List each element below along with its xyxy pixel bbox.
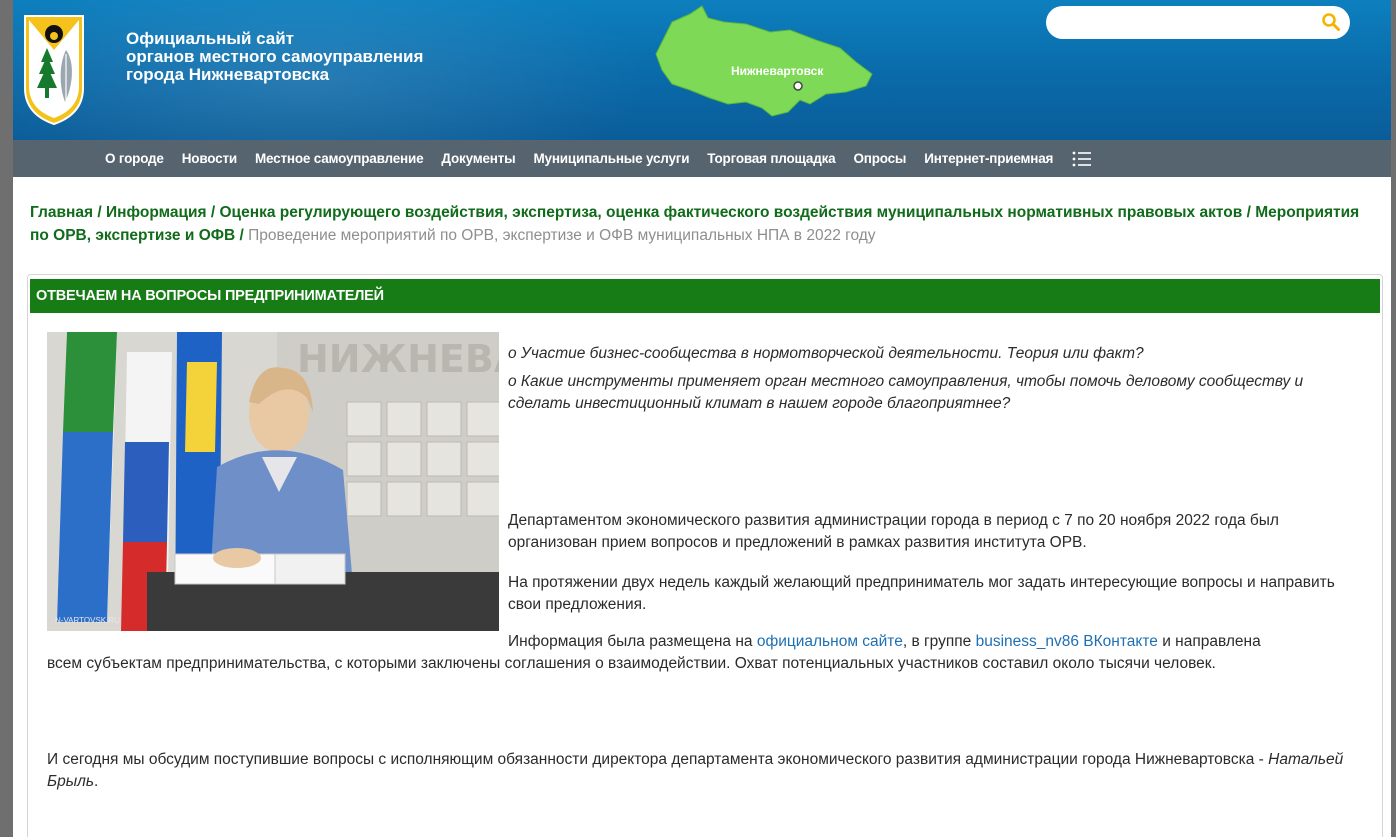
svg-text:НИЖНЕВА: НИЖНЕВА [297,337,499,381]
search-button[interactable] [1317,8,1345,36]
nav-item-news[interactable]: Новости [182,151,237,166]
paragraph-discussion: И сегодня мы обсудим поступившие вопросы… [47,749,1367,793]
nav-item-municipal-services[interactable]: Муниципальные услуги [534,151,690,166]
search-icon [1322,13,1340,31]
photo-credit: N-VARTOVSK.RU [55,616,120,625]
breadcrumb-information[interactable]: Информация [106,204,207,221]
nav-item-documents[interactable]: Документы [441,151,515,166]
official-site-link[interactable]: официальном сайте [757,633,903,650]
breadcrumb-home[interactable]: Главная [30,204,93,221]
site-title-line: Официальный сайт [126,29,295,48]
text-fragment: И сегодня мы обсудим поступившие вопросы… [47,751,1269,768]
article-heading: ОТВЕЧАЕМ НА ВОПРОСЫ ПРЕДПРИНИМАТЕЛЕЙ [30,279,1380,313]
city-crest-logo[interactable] [23,14,85,126]
breadcrumb: Главная / Информация / Оценка регулирующ… [30,201,1375,247]
paragraph-info-line: Информация была размещена на официальном… [508,631,1368,653]
breadcrumb-separator: / [210,204,220,221]
site-title[interactable]: Официальный сайт органов местного самоуп… [126,30,486,84]
paragraph-two-weeks: На протяжении двух недель каждый желающи… [508,574,1335,613]
site-header: Официальный сайт органов местного самоуп… [13,0,1391,140]
nav-item-trading-platform[interactable]: Торговая площадка [707,151,835,166]
text-fragment: и направлена [1157,633,1261,650]
page: Официальный сайт органов местного самоуп… [13,0,1391,837]
photo-illustration: НИЖНЕВА [47,332,499,631]
breadcrumb-separator: / [239,227,249,244]
breadcrumb-regulatory-assessment[interactable]: Оценка регулирующего воздействия, экспер… [220,204,1243,221]
text-fragment: . [94,773,99,790]
breadcrumb-separator: / [1246,204,1256,221]
paragraph-intro: Департаментом экономического развития ад… [508,512,1279,551]
question-item: о Какие инструменты применяет орган мест… [508,373,1304,412]
list-menu-icon[interactable] [1071,150,1093,168]
nav-item-about-city[interactable]: О городе [105,151,164,166]
article-card: ОТВЕЧАЕМ НА ВОПРОСЫ ПРЕДПРИНИМАТЕЛЕЙ НИЖ… [27,274,1383,837]
paragraph-info-rest: всем субъектам предпринимательства, с ко… [47,655,1216,672]
nav-item-local-government[interactable]: Местное самоуправление [255,151,424,166]
main-nav: О городе Новости Местное самоуправление … [13,140,1391,177]
text-fragment: , в группе [902,633,976,650]
search-input[interactable] [1046,6,1350,39]
question-item: о Участие бизнес-сообщества в нормотворч… [508,345,1144,362]
vk-group-link[interactable]: business_nv86 ВКонтакте [976,633,1158,650]
breadcrumb-current: Проведение мероприятий по ОРВ, экспертиз… [248,227,876,244]
text-fragment: Информация была размещена на [508,633,757,650]
article-photo[interactable]: НИЖНЕВА N-VARTOV [47,332,499,631]
site-title-line: города Нижневартовска [126,65,330,84]
nav-item-polls[interactable]: Опросы [853,151,906,166]
question-list: о Участие бизнес-сообщества в нормотворч… [508,343,1368,421]
breadcrumb-separator: / [97,204,106,221]
site-title-line: органов местного самоуправления [126,47,424,66]
map-city-label: Нижневартовск [731,64,824,78]
nav-item-internet-reception[interactable]: Интернет-приемная [924,151,1053,166]
